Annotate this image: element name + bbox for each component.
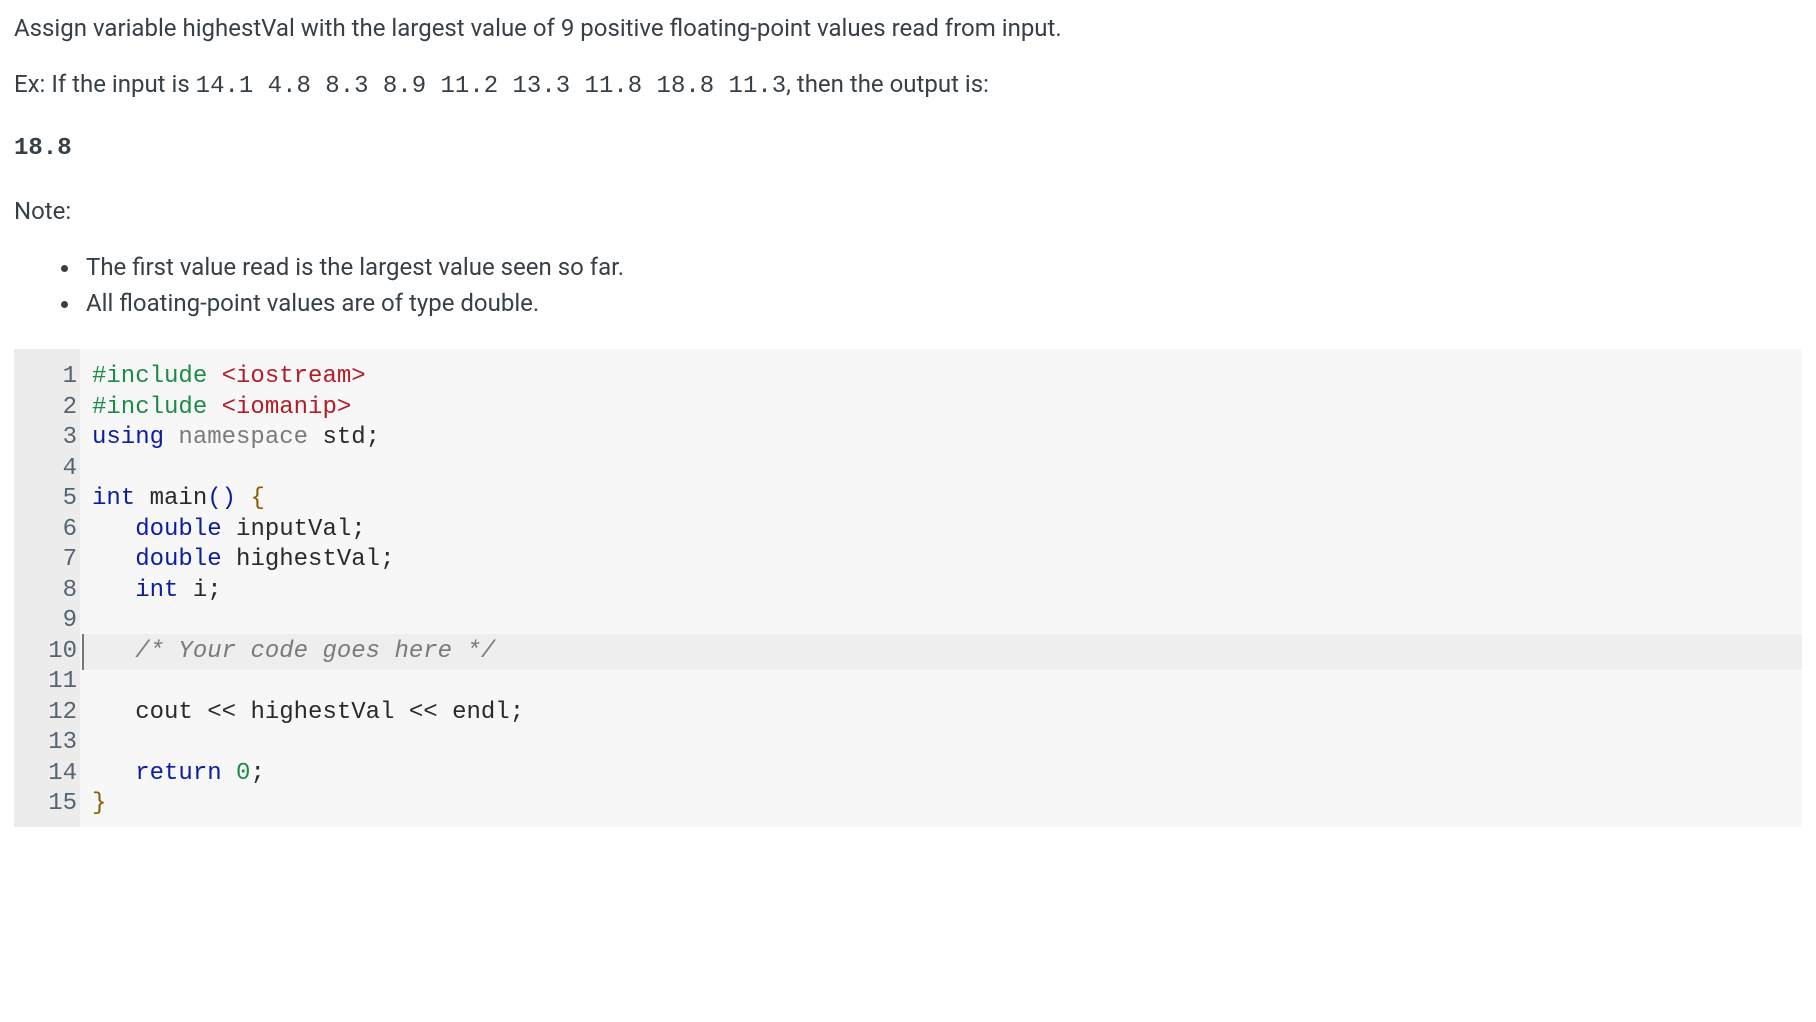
code-token: 0 [236,760,250,787]
note-item: All floating-point values are of type do… [82,285,1802,321]
code-line[interactable]: double inputVal; [84,512,1802,543]
note-label: Note: [14,193,1802,229]
code-line-content[interactable]: cout << highestVal << endl; [84,695,1802,731]
line-number-row: 5 [22,481,80,512]
line-number-row: 3 [22,420,80,451]
code-line[interactable]: using namespace std; [84,420,1802,451]
code-token: int [135,577,193,604]
code-token: namespace [178,424,322,451]
code-line[interactable]: int main() { [84,481,1802,512]
code-line-content[interactable]: /* Your code goes here */ [82,634,1802,670]
code-area[interactable]: #include <iostream>#include <iomanip>usi… [80,349,1802,827]
code-token: ; [380,546,394,573]
line-number-row: 14 [22,756,80,787]
code-token: double [135,516,236,543]
line-number: 15 [22,786,80,822]
line-number-row: 11 [22,664,80,695]
code-line[interactable]: } [84,786,1802,817]
code-editor[interactable]: 123456789101112131415 #include <iostream… [14,349,1802,827]
line-number-row: 4 [22,451,80,482]
code-token: <iostream> [222,363,366,390]
code-token: highestVal [236,546,380,573]
code-token [92,699,135,726]
code-token: cout [135,699,193,726]
code-token: #include [92,394,222,421]
code-token: } [92,790,106,817]
code-line[interactable]: #include <iostream> [84,359,1802,390]
code-token [92,546,135,573]
code-token: std [322,424,365,451]
code-token [92,516,135,543]
code-token: ; [250,760,264,787]
code-token: inputVal [236,516,351,543]
code-token: main [150,485,208,512]
note-item: The first value read is the largest valu… [82,249,1802,285]
example-suffix: , then the output is: [786,70,989,98]
code-line[interactable]: /* Your code goes here */ [84,634,1802,665]
code-line[interactable]: double highestVal; [84,542,1802,573]
code-token: { [250,485,264,512]
example-output: 18.8 [14,131,1802,167]
line-number-row: 10 [22,634,80,665]
code-token [236,485,250,512]
code-token: int [92,485,150,512]
example-input: 14.1 4.8 8.3 8.9 11.2 13.3 11.8 18.8 11.… [196,73,787,100]
code-token: ; [207,577,221,604]
code-token [92,577,135,604]
code-token: << [193,699,251,726]
line-number-row: 1 [22,359,80,390]
line-number-row: 7 [22,542,80,573]
prompt-text: Assign variable highestVal with the larg… [14,14,1062,42]
code-token: ; [351,516,365,543]
line-number-row: 9 [22,603,80,634]
code-token: /* Your code goes here */ [135,638,495,665]
code-token: double [135,546,236,573]
line-number-row: 2 [22,390,80,421]
example-prefix: Ex: If the input is [14,70,196,98]
line-number-row: 15 [22,786,80,817]
code-token: () [207,485,236,512]
line-number-row: 8 [22,573,80,604]
code-line[interactable]: int i; [84,573,1802,604]
code-token: highestVal [250,699,394,726]
code-token: ; [366,424,380,451]
code-line-content[interactable]: } [84,786,1802,822]
code-line[interactable]: return 0; [84,756,1802,787]
code-token: ; [510,699,524,726]
line-number-row: 12 [22,695,80,726]
code-token: i [193,577,207,604]
code-line[interactable]: cout << highestVal << endl; [84,695,1802,726]
code-line-content[interactable]: int i; [84,573,1802,609]
problem-statement: Assign variable highestVal with the larg… [14,10,1802,46]
example-line: Ex: If the input is 14.1 4.8 8.3 8.9 11.… [14,66,1802,105]
code-token [92,760,135,787]
code-token: #include [92,363,222,390]
code-token: using [92,424,178,451]
notes-list: The first value read is the largest valu… [14,249,1802,321]
code-gutter: 123456789101112131415 [14,349,80,827]
code-token: <iomanip> [222,394,352,421]
code-token [92,638,135,665]
code-line-content[interactable]: using namespace std; [84,420,1802,456]
code-line[interactable]: #include <iomanip> [84,390,1802,421]
code-token: endl [452,699,510,726]
line-number-row: 13 [22,725,80,756]
code-token: << [394,699,452,726]
line-number-row: 6 [22,512,80,543]
code-token: return [135,760,236,787]
